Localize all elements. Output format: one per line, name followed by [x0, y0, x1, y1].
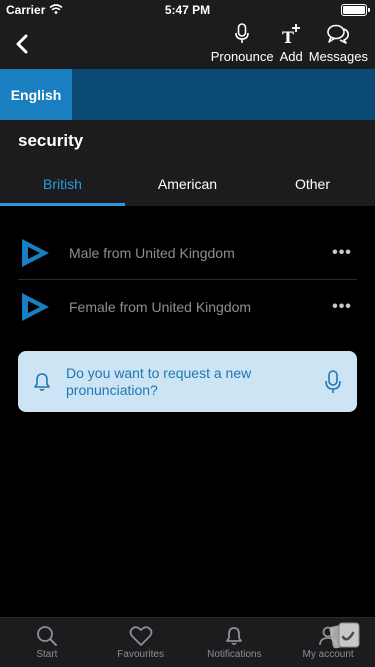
play-button[interactable]	[18, 287, 58, 327]
more-options-button[interactable]: •••	[327, 244, 357, 262]
nav-actions: Pronounce T Add Messages	[208, 22, 371, 66]
language-bar: English	[0, 69, 375, 120]
microphone-icon	[234, 22, 250, 46]
back-button[interactable]	[10, 30, 34, 58]
request-pronunciation-card[interactable]: Do you want to request a new pronunciati…	[18, 351, 357, 412]
tab-label: Favourites	[117, 649, 164, 660]
play-button[interactable]	[18, 233, 58, 273]
pronunciation-label: Female from United Kingdom	[69, 299, 252, 315]
tab-favourites[interactable]: Favourites	[94, 618, 188, 667]
nav-bar: Pronounce T Add Messages	[0, 20, 375, 69]
list-item: Female from United Kingdom •••	[18, 280, 357, 334]
add-label: Add	[279, 49, 303, 64]
bell-icon	[18, 372, 66, 392]
tab-label: Start	[36, 649, 58, 660]
pronounce-button[interactable]: Pronounce	[208, 22, 277, 66]
messages-label: Messages	[308, 49, 368, 64]
pronunciation-label: Male from United Kingdom	[69, 244, 235, 261]
play-icon	[22, 293, 49, 321]
tab-notifications[interactable]: Notifications	[188, 618, 282, 667]
status-bar: Carrier 5:47 PM	[0, 0, 375, 20]
tab-other[interactable]: Other	[250, 162, 375, 206]
play-icon	[22, 238, 49, 267]
accent-tabs: British American Other	[0, 162, 375, 206]
tab-american[interactable]: American	[125, 162, 250, 206]
tab-label: Notifications	[207, 649, 262, 660]
bell-icon	[224, 625, 244, 647]
add-button[interactable]: T Add	[277, 22, 306, 66]
language-tab-english[interactable]: English	[0, 69, 72, 120]
app-logo-watermark	[329, 619, 363, 653]
microphone-icon[interactable]	[309, 369, 357, 395]
battery-icon	[341, 4, 370, 16]
chevron-left-icon	[16, 34, 28, 54]
list-item: Male from United Kingdom •••	[18, 226, 357, 280]
request-message: Do you want to request a new pronunciati…	[66, 364, 252, 398]
svg-text:T: T	[282, 28, 294, 45]
tab-british[interactable]: British	[0, 162, 125, 206]
more-options-button[interactable]: •••	[327, 298, 357, 316]
heart-icon	[129, 625, 153, 647]
tab-start[interactable]: Start	[0, 618, 94, 667]
tab-bar: Start Favourites Notifications My accoun…	[0, 617, 375, 667]
messages-button[interactable]: Messages	[306, 22, 371, 66]
pronunciation-list: Male from United Kingdom ••• Female from…	[18, 226, 357, 334]
pronounce-label: Pronounce	[210, 49, 274, 64]
chat-bubbles-icon	[326, 22, 350, 46]
status-time: 5:47 PM	[164, 3, 211, 17]
add-text-icon: T	[280, 22, 302, 46]
word-title: security	[0, 120, 375, 162]
search-icon	[36, 625, 58, 647]
